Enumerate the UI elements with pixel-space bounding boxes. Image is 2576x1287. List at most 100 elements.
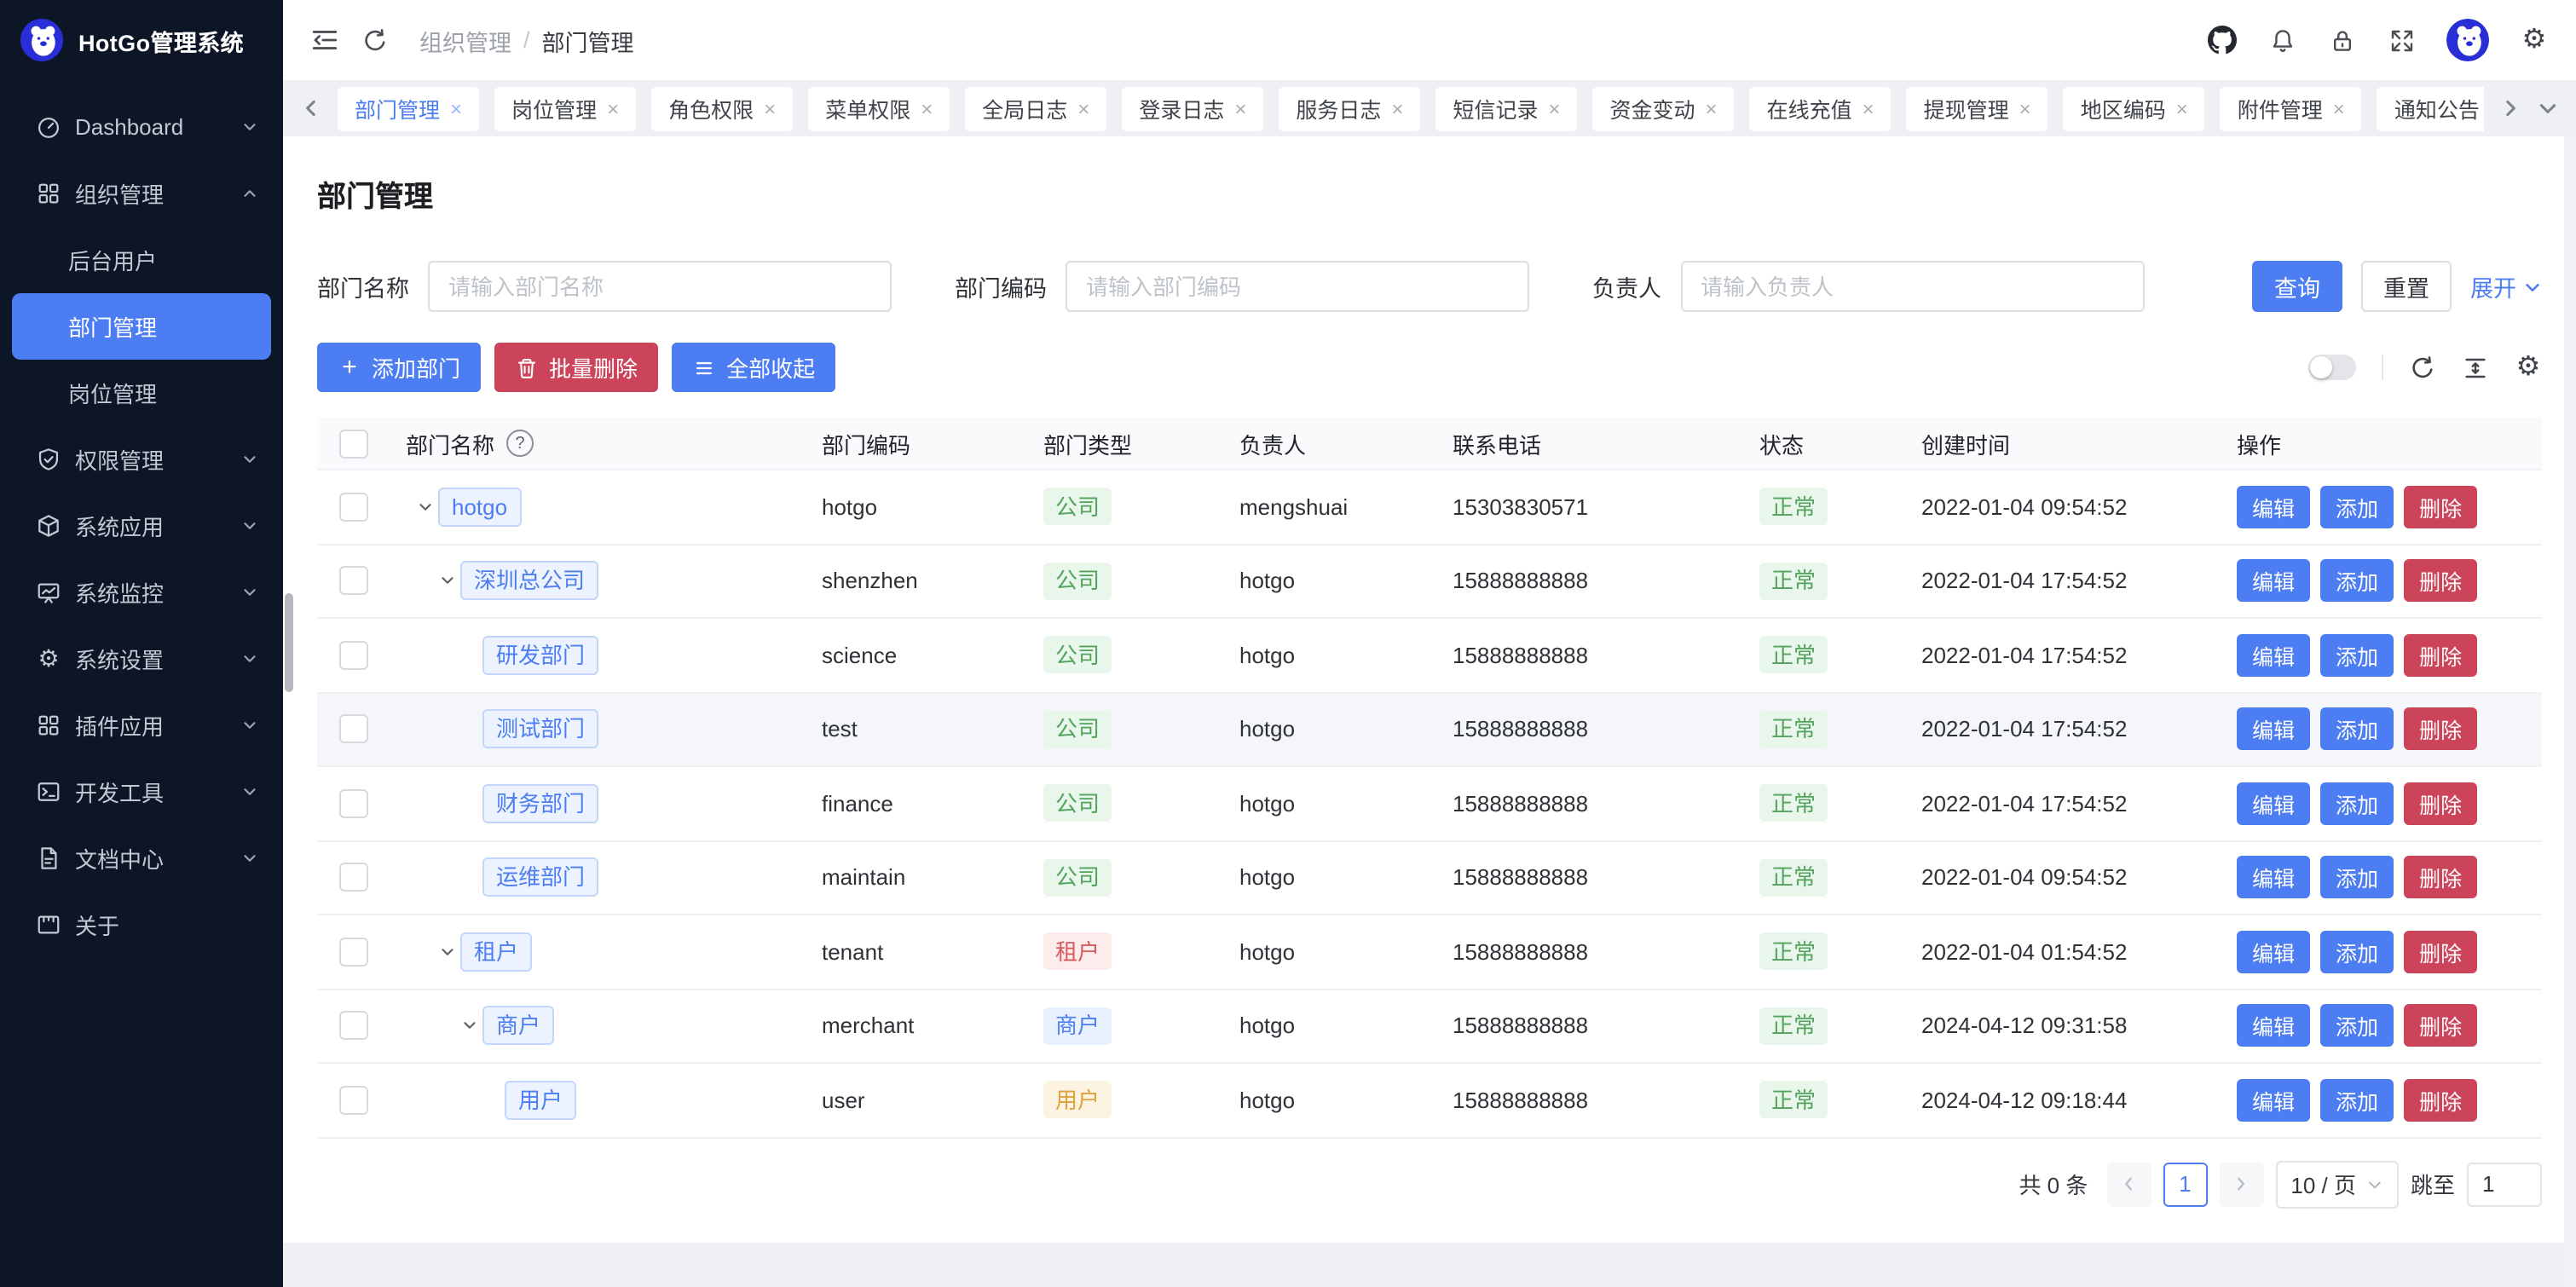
delete-button[interactable]: 删除 [2404, 486, 2477, 528]
column-settings-gear-icon[interactable]: ⚙ [2515, 354, 2542, 381]
edit-button[interactable]: 编辑 [2237, 486, 2310, 528]
add-button[interactable]: 添加 [2320, 1005, 2394, 1047]
row-checkbox[interactable] [339, 789, 368, 818]
striped-toggle[interactable] [2308, 355, 2356, 380]
leader-input[interactable] [1680, 261, 2144, 312]
tabs-dropdown-icon[interactable] [2537, 97, 2559, 119]
breadcrumb-current[interactable]: 部门管理 [542, 23, 634, 57]
sidebar-item-plugin-app[interactable]: 插件应用 [0, 692, 283, 759]
tab-item[interactable]: 资金变动× [1593, 86, 1735, 130]
sidebar-item-dept-management[interactable]: 部门管理 [12, 293, 271, 360]
tab-item[interactable]: 部门管理× [338, 86, 479, 130]
scrollbar-thumb[interactable] [285, 593, 293, 692]
dept-code-input[interactable] [1066, 261, 1529, 312]
delete-button[interactable]: 删除 [2404, 931, 2477, 973]
next-page-button[interactable] [2219, 1162, 2263, 1206]
close-icon[interactable]: × [921, 96, 933, 120]
department-tag[interactable]: 租户 [460, 932, 532, 972]
jump-page-input[interactable] [2467, 1162, 2542, 1206]
add-button[interactable]: 添加 [2320, 1079, 2394, 1122]
close-icon[interactable]: × [1391, 96, 1403, 120]
app-logo[interactable]: HotGo管理系统 [0, 0, 283, 80]
row-checkbox[interactable] [339, 1012, 368, 1041]
reset-button[interactable]: 重置 [2361, 261, 2452, 312]
bell-icon[interactable] [2267, 26, 2296, 55]
close-icon[interactable]: × [2019, 96, 2031, 120]
edit-button[interactable]: 编辑 [2237, 560, 2310, 603]
tab-item[interactable]: 服务日志× [1279, 86, 1420, 130]
expand-arrow-icon[interactable] [460, 1017, 482, 1036]
tab-item[interactable]: 在线充值× [1750, 86, 1892, 130]
sidebar-item-dev-tools[interactable]: 开发工具 [0, 759, 283, 825]
edit-button[interactable]: 编辑 [2237, 931, 2310, 973]
tab-item[interactable]: 地区编码× [2064, 86, 2205, 130]
expand-arrow-icon[interactable] [438, 943, 460, 961]
tab-item[interactable]: 提现管理× [1907, 86, 2048, 130]
select-all-checkbox[interactable] [339, 429, 368, 458]
scrollbar-track[interactable] [2564, 136, 2576, 1287]
batch-delete-button[interactable]: 批量删除 [494, 343, 658, 392]
reload-table-icon[interactable] [2409, 354, 2436, 381]
add-button[interactable]: 添加 [2320, 782, 2394, 825]
department-tag[interactable]: 商户 [482, 1007, 554, 1046]
department-tag[interactable]: 用户 [505, 1081, 576, 1120]
sidebar-item-permission[interactable]: 权限管理 [0, 426, 283, 493]
collapse-all-button[interactable]: 全部收起 [672, 343, 835, 392]
help-icon[interactable]: ? [506, 430, 534, 457]
prev-page-button[interactable] [2106, 1162, 2151, 1206]
department-tag[interactable]: 财务部门 [482, 784, 598, 823]
department-tag[interactable]: 研发部门 [482, 636, 598, 675]
tab-item[interactable]: 岗位管理× [494, 86, 636, 130]
delete-button[interactable]: 删除 [2404, 634, 2477, 677]
delete-button[interactable]: 删除 [2404, 560, 2477, 603]
department-tag[interactable]: hotgo [438, 488, 521, 527]
github-icon[interactable] [2208, 26, 2237, 55]
row-checkbox[interactable] [339, 1086, 368, 1115]
department-tag[interactable]: 深圳总公司 [460, 562, 598, 601]
delete-button[interactable]: 删除 [2404, 708, 2477, 751]
row-checkbox[interactable] [339, 641, 368, 670]
department-tag[interactable]: 测试部门 [482, 710, 598, 749]
refresh-icon[interactable] [360, 26, 389, 55]
add-department-button[interactable]: + 添加部门 [317, 343, 481, 392]
close-icon[interactable]: × [1077, 96, 1089, 120]
add-button[interactable]: 添加 [2320, 857, 2394, 899]
tab-item[interactable]: 短信记录× [1435, 86, 1577, 130]
sidebar-collapse-icon[interactable] [310, 26, 339, 55]
tab-item[interactable]: 全局日志× [965, 86, 1106, 130]
add-button[interactable]: 添加 [2320, 486, 2394, 528]
close-icon[interactable]: × [2176, 96, 2188, 120]
fullscreen-icon[interactable] [2387, 26, 2416, 55]
close-icon[interactable]: × [764, 96, 776, 120]
settings-gear-icon[interactable]: ⚙ [2520, 26, 2549, 55]
edit-button[interactable]: 编辑 [2237, 634, 2310, 677]
delete-button[interactable]: 删除 [2404, 1079, 2477, 1122]
user-avatar[interactable] [2446, 19, 2489, 61]
edit-button[interactable]: 编辑 [2237, 857, 2310, 899]
tab-item[interactable]: 角色权限× [651, 86, 793, 130]
sidebar-item-post-management[interactable]: 岗位管理 [0, 360, 283, 426]
dept-name-input[interactable] [428, 261, 892, 312]
edit-button[interactable]: 编辑 [2237, 1079, 2310, 1122]
delete-button[interactable]: 删除 [2404, 1005, 2477, 1047]
add-button[interactable]: 添加 [2320, 634, 2394, 677]
edit-button[interactable]: 编辑 [2237, 1005, 2310, 1047]
row-density-icon[interactable] [2462, 354, 2489, 381]
close-icon[interactable]: × [450, 96, 462, 120]
add-button[interactable]: 添加 [2320, 560, 2394, 603]
sidebar-item-system-app[interactable]: 系统应用 [0, 493, 283, 559]
add-button[interactable]: 添加 [2320, 708, 2394, 751]
sidebar-item-system-settings[interactable]: ⚙ 系统设置 [0, 626, 283, 692]
close-icon[interactable]: × [607, 96, 619, 120]
close-icon[interactable]: × [1706, 96, 1718, 120]
tab-item[interactable]: 通知公告× [2377, 86, 2484, 130]
sidebar-item-system-monitor[interactable]: 系统监控 [0, 559, 283, 626]
tabs-scroll-left-icon[interactable] [300, 97, 322, 119]
page-size-select[interactable]: 10 / 页 [2275, 1160, 2399, 1208]
close-icon[interactable]: × [2333, 96, 2345, 120]
department-tag[interactable]: 运维部门 [482, 858, 598, 897]
sidebar-item-dashboard[interactable]: Dashboard [0, 94, 283, 160]
sidebar-item-doc-center[interactable]: 文档中心 [0, 825, 283, 892]
row-checkbox[interactable] [339, 938, 368, 967]
tab-item[interactable]: 附件管理× [2221, 86, 2362, 130]
